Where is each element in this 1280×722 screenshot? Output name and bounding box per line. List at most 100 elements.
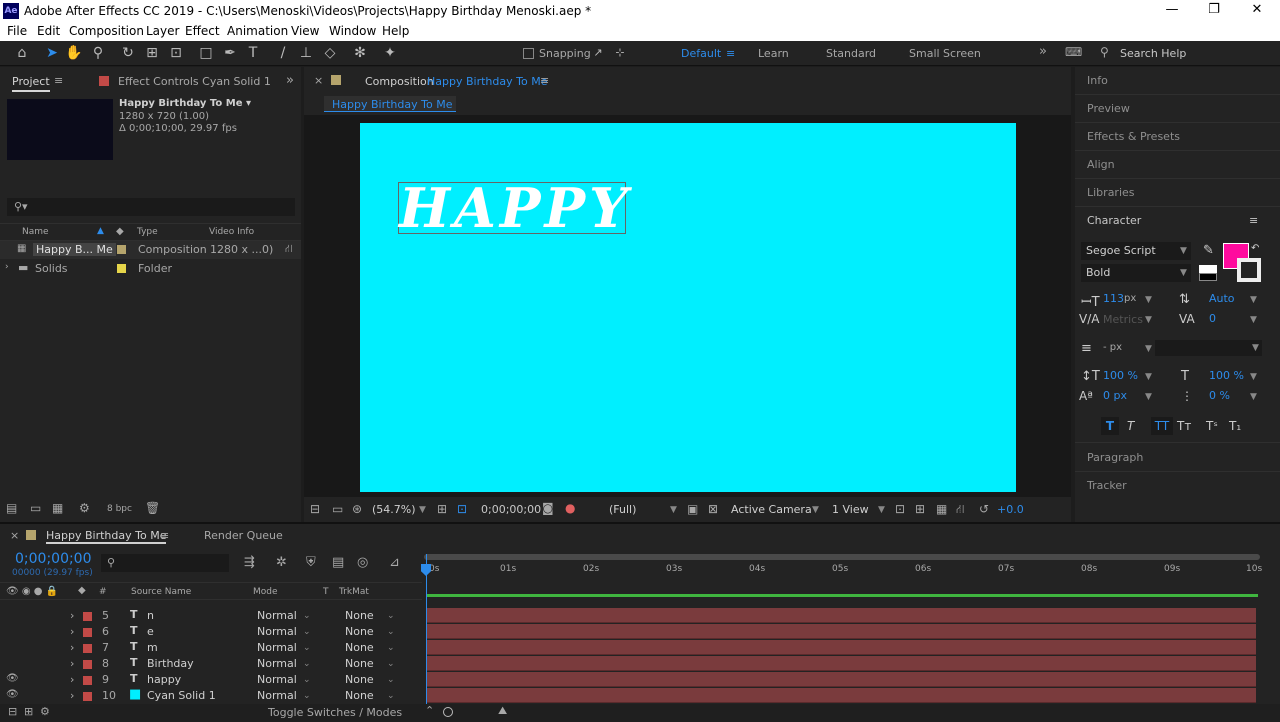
canvas-text-happy[interactable]: HAPPY — [399, 176, 632, 240]
layer-duration-bar[interactable] — [426, 688, 1256, 703]
panel-paragraph[interactable]: Paragraph — [1087, 451, 1143, 464]
layer-mode-dropdown[interactable]: Normal — [257, 657, 297, 670]
col-type[interactable]: Type — [137, 227, 158, 237]
panel-character[interactable]: Character — [1087, 214, 1141, 227]
layer-name[interactable]: Birthday — [147, 657, 194, 670]
tracking-value[interactable]: 0 — [1209, 312, 1216, 325]
clone-stamp-tool-icon[interactable]: ⊥ — [296, 44, 316, 62]
layer-name[interactable]: happy — [147, 673, 181, 686]
small-caps-button[interactable]: Tᴛ — [1177, 419, 1191, 433]
menu-effect[interactable]: Effect — [185, 24, 220, 38]
leading-value[interactable]: Auto — [1209, 292, 1235, 305]
layer-name[interactable]: n — [147, 609, 154, 622]
font-family-dropdown[interactable]: Segoe Script ▼ — [1081, 242, 1191, 260]
layer-trkmat-dropdown[interactable]: None — [345, 625, 374, 638]
current-time-display[interactable]: 0;00;00;00 — [481, 503, 541, 516]
layer-label-swatch[interactable] — [83, 612, 92, 621]
layer-mode-dropdown[interactable]: Normal — [257, 689, 297, 702]
snapshot-icon[interactable]: ◙ — [542, 501, 554, 515]
work-area-bar[interactable] — [424, 554, 1260, 560]
swap-colors-icon[interactable]: ↶ — [1251, 243, 1259, 254]
layer-trkmat-dropdown[interactable]: None — [345, 673, 374, 686]
project-search-input[interactable] — [7, 198, 295, 216]
expand-arrow-icon[interactable]: › — [70, 641, 74, 654]
panel-effects-presets[interactable]: Effects & Presets — [1087, 130, 1180, 143]
layer-row[interactable]: 👁 › 9 T happy Normal ⌄ None ⌄ — [0, 672, 422, 688]
zoom-out-icon[interactable]: ⌃ — [425, 704, 434, 717]
panel-info[interactable]: Info — [1087, 74, 1108, 87]
pen-tool-icon[interactable]: ✒ — [220, 44, 240, 62]
font-style-dropdown[interactable]: Bold ▼ — [1081, 264, 1191, 282]
safe-margins-icon[interactable]: ⊞ — [437, 502, 447, 516]
puppet-tool-icon[interactable]: ✦ — [380, 44, 400, 62]
render-queue-tab[interactable]: Render Queue — [204, 529, 283, 542]
kerning-value[interactable]: Metrics — [1103, 313, 1143, 326]
project-row-folder[interactable]: › ▬ Solids Folder — [0, 260, 301, 278]
layer-mode-dropdown[interactable]: Normal — [257, 625, 297, 638]
layer-name[interactable]: e — [147, 625, 154, 638]
zoom-tool-icon[interactable]: ⚲ — [88, 44, 108, 62]
faux-italic-button[interactable]: T — [1127, 419, 1134, 433]
layer-trkmat-dropdown[interactable]: None — [345, 609, 374, 622]
layer-mode-dropdown[interactable]: Normal — [257, 673, 297, 686]
layer-row[interactable]: › 7 T m Normal ⌄ None ⌄ — [0, 640, 422, 656]
layer-label-swatch[interactable] — [83, 660, 92, 669]
rectangle-tool-icon[interactable]: □ — [196, 44, 216, 62]
workspace-menu-icon[interactable]: ≡ — [726, 47, 735, 60]
layer-trkmat-dropdown[interactable]: None — [345, 657, 374, 670]
visibility-eye-icon[interactable]: 👁 — [6, 689, 19, 700]
layer-row[interactable]: › 8 T Birthday Normal ⌄ None ⌄ — [0, 656, 422, 672]
flowchart-icon[interactable]: ⛙ — [956, 502, 964, 518]
expand-arrow-icon[interactable]: › — [70, 673, 74, 686]
layer-label-swatch[interactable] — [83, 628, 92, 637]
composition-tab-prefix[interactable]: Composition — [365, 75, 434, 88]
show-channel-icon[interactable]: ● — [565, 501, 575, 515]
panel-align[interactable]: Align — [1087, 158, 1115, 171]
menu-view[interactable]: View — [291, 24, 319, 38]
comp-mini-flowchart-icon[interactable]: ⇶ — [244, 555, 255, 570]
time-ruler[interactable]: 0s 01s 02s 03s 04s 05s 06s 07s 08s 09s 1… — [424, 562, 1262, 582]
col-name[interactable]: Name — [22, 227, 49, 237]
panel-libraries[interactable]: Libraries — [1087, 186, 1135, 199]
draft-3d-icon[interactable]: ✲ — [276, 555, 287, 570]
layer-row[interactable]: › 6 T e Normal ⌄ None ⌄ — [0, 624, 422, 640]
zoom-dropdown[interactable]: (54.7%) — [372, 503, 416, 516]
menu-file[interactable]: File — [7, 24, 27, 38]
layer-duration-bar[interactable] — [426, 672, 1256, 687]
expand-arrow-icon[interactable]: › — [70, 609, 74, 622]
expand-arrow-icon[interactable]: › — [70, 689, 74, 702]
hand-tool-icon[interactable]: ✋ — [64, 44, 84, 62]
tab-project[interactable]: Project — [12, 75, 50, 92]
workspace-small-screen[interactable]: Small Screen — [909, 47, 981, 60]
expand-arrow-icon[interactable]: › — [70, 625, 74, 638]
faux-bold-button[interactable]: T — [1101, 417, 1119, 435]
menu-animation[interactable]: Animation — [227, 24, 288, 38]
stroke-type-dropdown[interactable]: ▼ — [1155, 340, 1262, 356]
eyedropper-icon[interactable]: ✎ — [1203, 243, 1214, 258]
timeline-tab[interactable]: Happy Birthday To Me — [46, 529, 167, 544]
layer-label-swatch[interactable] — [83, 676, 92, 685]
zoom-in-icon[interactable]: ⛰ — [498, 704, 507, 718]
new-composition-icon[interactable]: ▦ — [52, 501, 63, 515]
tab-effect-controls[interactable]: Effect Controls Cyan Solid 1 — [118, 75, 271, 88]
new-folder-icon[interactable]: ▭ — [30, 501, 41, 515]
col-video-info[interactable]: Video Info — [209, 227, 254, 237]
comp-canvas[interactable]: HAPPY — [360, 123, 1016, 492]
type-tool-icon[interactable]: T — [243, 44, 263, 62]
layer-trkmat-dropdown[interactable]: None — [345, 689, 374, 702]
maximize-button[interactable]: ❐ — [1194, 2, 1234, 17]
pan-behind-tool-icon[interactable]: ⊡ — [166, 44, 186, 62]
stroke-color-swatch[interactable] — [1237, 258, 1261, 282]
panel-overflow-icon[interactable]: » — [286, 73, 294, 88]
resolution-dropdown[interactable]: (Full) — [609, 503, 636, 516]
snap-features-icon[interactable]: ⊹ — [610, 44, 630, 62]
transparency-grid-icon[interactable]: ⊠ — [708, 502, 718, 516]
always-preview-icon[interactable]: ⊟ — [310, 502, 320, 516]
col-source-name[interactable]: Source Name — [131, 587, 191, 597]
layer-label-swatch[interactable] — [83, 644, 92, 653]
motion-blur-icon[interactable]: ◎ — [357, 555, 368, 570]
rotate-tool-icon[interactable]: ↻ — [118, 44, 138, 62]
frame-blending-icon[interactable]: ▤ — [332, 555, 344, 570]
camera-dropdown[interactable]: Active Camera — [731, 503, 812, 516]
col-trkmat[interactable]: TrkMat — [339, 587, 369, 597]
